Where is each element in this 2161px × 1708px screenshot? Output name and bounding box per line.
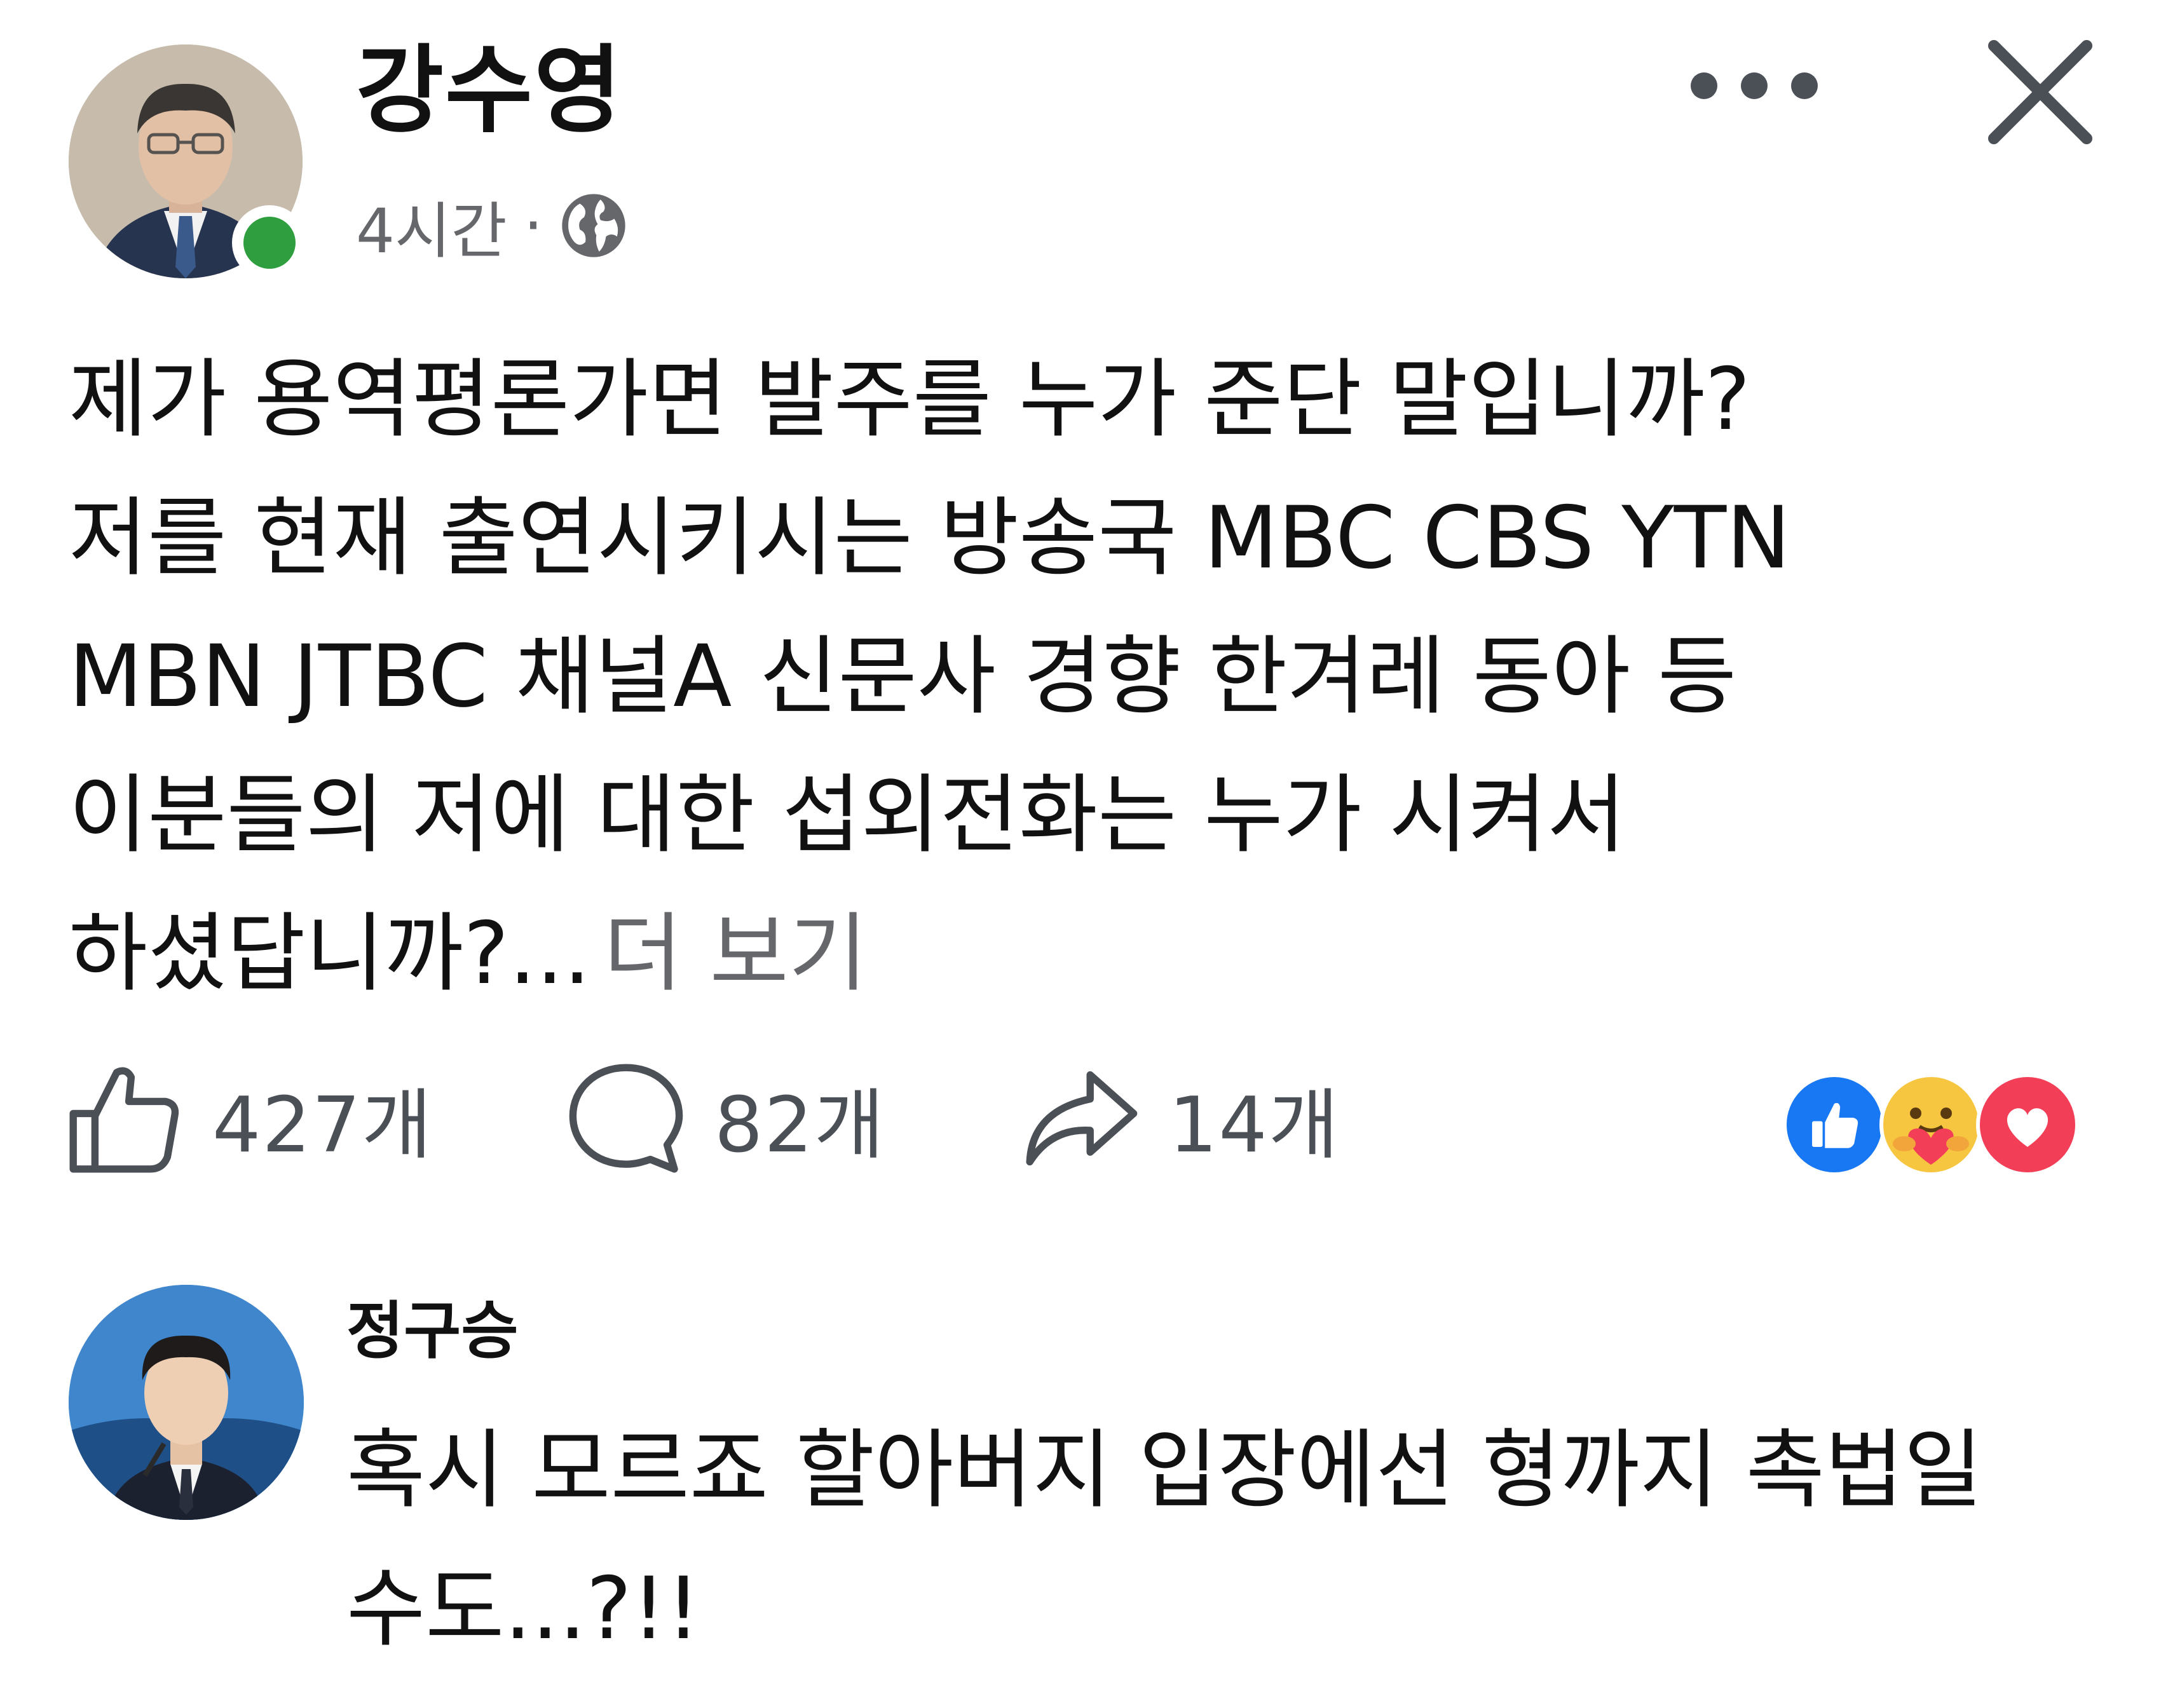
love-reaction-icon — [1976, 1073, 2079, 1176]
post-text-line: 하셨답니까?... 더 보기 — [69, 884, 2103, 1023]
see-more-link[interactable]: 더 보기 — [603, 904, 868, 1003]
comment-button[interactable]: 82개 — [566, 1055, 885, 1182]
close-icon — [1988, 40, 2092, 144]
meta-separator: · — [523, 190, 543, 261]
more-dot-icon — [1791, 72, 1818, 99]
post-timestamp[interactable]: 4시간 — [356, 182, 507, 270]
share-count: 14개 — [1169, 1081, 1340, 1170]
globe-icon[interactable] — [559, 191, 628, 260]
post-text-line: MBN JTBC 채널A 신문사 경향 한겨레 동아 등 — [69, 627, 1737, 726]
comment-count: 82개 — [714, 1081, 886, 1170]
online-status-indicator — [232, 205, 307, 280]
commenter-avatar[interactable] — [69, 1285, 304, 1520]
thumbs-up-icon — [69, 1067, 179, 1173]
comment-text: 혹시 모르죠 할아버지 입장에선 형까지 촉법일 수도...?!! — [346, 1401, 2126, 1678]
reactions-summary[interactable] — [1783, 1073, 2079, 1176]
post-text-last: 하셨답니까?... — [69, 904, 591, 1003]
comment-text-line: 수도...?!! — [346, 1559, 701, 1658]
post-text: 제가 용역평론가면 발주를 누가 준단 말입니까? 저를 현재 출연시키시는 방… — [69, 330, 2103, 1023]
share-button[interactable]: 14개 — [1020, 1055, 1340, 1182]
post-meta: 4시간 · — [356, 184, 628, 267]
commenter-name[interactable]: 정구승 — [346, 1290, 518, 1372]
more-dot-icon — [1691, 72, 1717, 99]
more-dot-icon — [1741, 72, 1768, 99]
post-author-name[interactable]: 강수영 — [356, 30, 623, 151]
facebook-post: 강수영 4시간 · 제가 용역평론가면 발주를 누가 준단 말입니까? 저를 현… — [0, 0, 2161, 1708]
comment-bubble-icon — [569, 1064, 683, 1173]
post-text-line: 저를 현재 출연시키시는 방송국 MBC CBS YTN — [69, 488, 1791, 588]
share-arrow-icon — [1026, 1071, 1138, 1166]
comment-text-line: 혹시 모르죠 할아버지 입장에선 형까지 촉법일 — [346, 1420, 1983, 1520]
post-text-line: 제가 용역평론가면 발주를 누가 준단 말입니까? — [69, 349, 1751, 449]
like-count: 427개 — [212, 1081, 433, 1170]
care-reaction-icon — [1879, 1073, 1982, 1176]
more-options-button[interactable] — [1691, 57, 1818, 114]
post-text-line: 이분들의 저에 대한 섭외전화는 누가 시켜서 — [69, 765, 1626, 865]
close-button[interactable] — [1980, 32, 2101, 152]
commenter-photo — [69, 1285, 304, 1520]
like-reaction-icon — [1783, 1073, 1886, 1176]
like-button[interactable]: 427개 — [64, 1055, 433, 1182]
